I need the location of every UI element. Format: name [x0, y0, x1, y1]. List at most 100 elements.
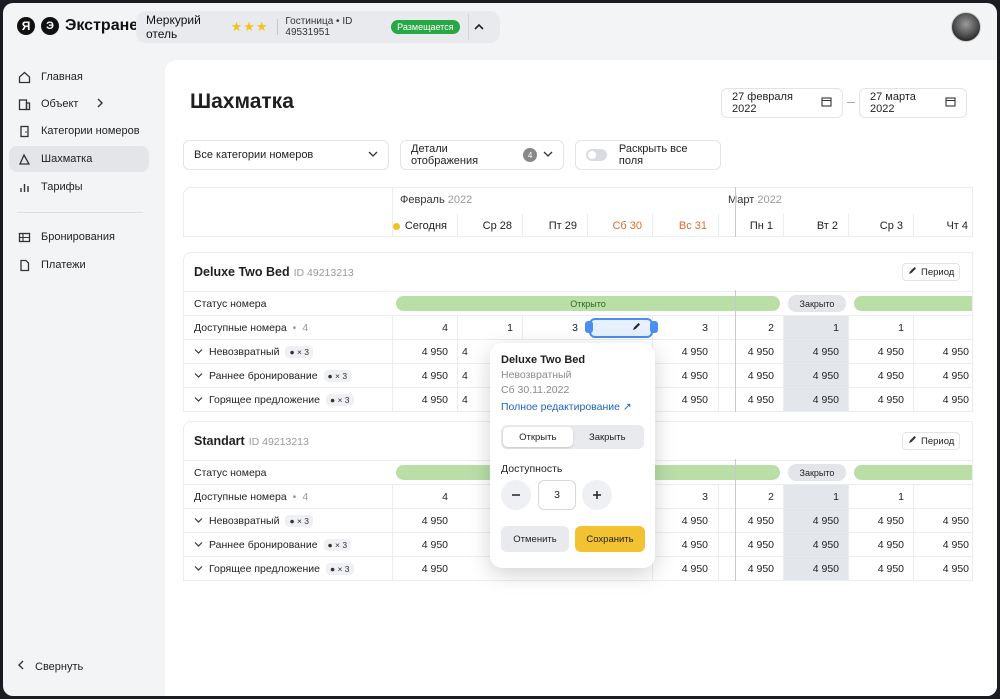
sidebar-item-payments[interactable]: Платежи — [9, 252, 149, 278]
price-cell[interactable]: 4 950 — [392, 388, 457, 411]
drag-handle-left[interactable] — [585, 321, 593, 333]
price-cell[interactable]: 4 950 — [848, 340, 913, 364]
price-cell[interactable]: 4 950 — [652, 388, 717, 411]
availability-cell[interactable]: 2 — [718, 485, 783, 509]
row-label[interactable]: Горящее предложение ● × 3 — [194, 557, 354, 580]
price-cell[interactable]: 4 950 — [392, 557, 457, 580]
availability-cell[interactable]: 4 — [392, 485, 457, 509]
availability-cell[interactable]: 3 — [522, 316, 587, 340]
avatar[interactable] — [951, 12, 981, 42]
decrement-button[interactable] — [501, 480, 531, 510]
price-cell[interactable]: 4 950 — [718, 340, 783, 364]
sidebar-item-room-categories[interactable]: Категории номеров — [9, 118, 149, 144]
availability-cell[interactable]: 1 — [457, 316, 522, 340]
row-label[interactable]: Невозвратный ● × 3 — [194, 509, 314, 533]
status-open-bar[interactable]: Открыто — [396, 296, 780, 311]
expand-all-toggle[interactable]: Раскрыть все поля — [575, 140, 721, 170]
price-cell[interactable]: 4 950 — [392, 340, 457, 364]
logo[interactable]: Я Э Экстранет — [17, 17, 146, 35]
selected-cell[interactable] — [589, 318, 653, 338]
save-button[interactable]: Сохранить — [575, 526, 645, 552]
chevron-down-icon[interactable] — [194, 346, 203, 358]
price-cell[interactable]: 4 950 — [652, 509, 717, 533]
availability-cell[interactable]: 1 — [848, 485, 913, 509]
price-cell[interactable]: 4 950 — [652, 557, 717, 580]
price-cell[interactable]: 4 950 — [718, 533, 783, 557]
full-edit-link[interactable]: Полное редактирование ↗ — [501, 401, 632, 413]
chevron-down-icon[interactable] — [194, 515, 203, 527]
availability-cell[interactable]: 3 — [652, 316, 717, 340]
hotel-selector[interactable]: Меркурий отель ★★★ Гостиница • ID 495319… — [136, 11, 500, 43]
close-option[interactable]: Закрыть — [573, 427, 643, 447]
period-button[interactable]: Период — [902, 432, 961, 450]
status-closed-chip[interactable]: Закрыто — [788, 464, 846, 481]
price-cell[interactable]: 4 950 — [848, 509, 913, 533]
price-cell[interactable]: 4 950 — [913, 557, 972, 580]
date-to-picker[interactable]: 27 марта 2022 — [859, 88, 967, 118]
status-open-bar[interactable] — [854, 296, 972, 311]
price-cell[interactable]: 4 950 — [652, 340, 717, 364]
price-cell[interactable]: 4 950 — [652, 533, 717, 557]
chevron-down-icon[interactable] — [194, 370, 203, 382]
price-cell[interactable]: 4 950 — [913, 509, 972, 533]
display-details-select[interactable]: Детали отображения 4 — [400, 140, 564, 170]
row-label[interactable]: Раннее бронирование ● × 3 — [194, 533, 352, 557]
price-cell[interactable]: 4 950 — [848, 388, 913, 411]
price-cell[interactable]: 4 950 — [783, 533, 848, 557]
price-cell[interactable]: 4 950 — [913, 364, 972, 388]
row-label[interactable]: Раннее бронирование ● × 3 — [194, 364, 352, 388]
availability-input[interactable]: 3 — [538, 480, 576, 510]
price-cell[interactable]: 4 950 — [392, 364, 457, 388]
date-from-picker[interactable]: 27 февраля 2022 — [721, 88, 843, 118]
price-cell[interactable]: 4 950 — [718, 557, 783, 580]
price-cell[interactable]: 4 950 — [392, 509, 457, 533]
price-cell[interactable]: 4 950 — [652, 364, 717, 388]
room-category-select[interactable]: Все категории номеров — [183, 140, 389, 170]
price-cell[interactable]: 4 950 — [913, 533, 972, 557]
price-cell[interactable]: 4 950 — [783, 388, 848, 411]
price-cell[interactable]: 4 950 — [783, 340, 848, 364]
price-cell[interactable]: 4 950 — [848, 364, 913, 388]
status-open-bar[interactable] — [854, 465, 972, 480]
row-label[interactable]: Невозвратный ● × 3 — [194, 340, 314, 364]
availability-cell[interactable]: 1 — [848, 316, 913, 340]
price-cell[interactable]: 4 950 — [718, 364, 783, 388]
price-cell[interactable]: 4 950 — [783, 557, 848, 580]
open-option[interactable]: Открыть — [503, 427, 573, 447]
price-cell[interactable]: 4 950 — [783, 509, 848, 533]
chevron-down-icon — [543, 149, 553, 161]
price-cell[interactable]: 4 950 — [913, 388, 972, 411]
availability-cell[interactable]: 3 — [652, 485, 717, 509]
collapse-button[interactable]: Свернуть — [17, 660, 83, 673]
cancel-button[interactable]: Отменить — [501, 526, 569, 552]
price-cell[interactable]: 4 950 — [848, 533, 913, 557]
sidebar-item-bookings[interactable]: Бронирования — [9, 224, 149, 250]
availability-cell[interactable]: 4 — [392, 316, 457, 340]
availability-cell[interactable]: 1 — [783, 316, 848, 340]
availability-cell[interactable]: 2 — [718, 316, 783, 340]
period-button[interactable]: Период — [902, 263, 961, 281]
price-cell[interactable]: 4 950 — [848, 557, 913, 580]
chevron-down-icon[interactable] — [194, 539, 203, 551]
availability-cell[interactable]: 1 — [783, 485, 848, 509]
price-cell[interactable]: 4 950 — [783, 364, 848, 388]
price-cell[interactable]: 4 950 — [718, 388, 783, 411]
sidebar-item-label: Тарифы — [41, 181, 83, 193]
price-cell[interactable]: 4 950 — [913, 340, 972, 364]
sidebar-item-home[interactable]: Главная — [9, 64, 149, 90]
chevron-down-icon[interactable] — [194, 394, 203, 406]
price-cell[interactable]: 4 950 — [392, 533, 457, 557]
availability-cell[interactable] — [913, 485, 972, 509]
toggle-switch[interactable] — [586, 149, 607, 161]
increment-button[interactable] — [582, 480, 612, 510]
price-cell[interactable]: 4 950 — [718, 509, 783, 533]
chevron-up-icon[interactable] — [467, 14, 490, 40]
sidebar-item-rates[interactable]: Тарифы — [9, 174, 149, 200]
row-label[interactable]: Горящее предложение ● × 3 — [194, 388, 354, 411]
availability-cell[interactable] — [913, 316, 972, 340]
drag-handle-right[interactable] — [650, 321, 658, 333]
status-closed-chip[interactable]: Закрыто — [788, 295, 846, 312]
sidebar-item-object[interactable]: Объект — [9, 91, 149, 117]
sidebar-item-chessboard[interactable]: Шахматка — [9, 146, 149, 172]
chevron-down-icon[interactable] — [194, 563, 203, 575]
